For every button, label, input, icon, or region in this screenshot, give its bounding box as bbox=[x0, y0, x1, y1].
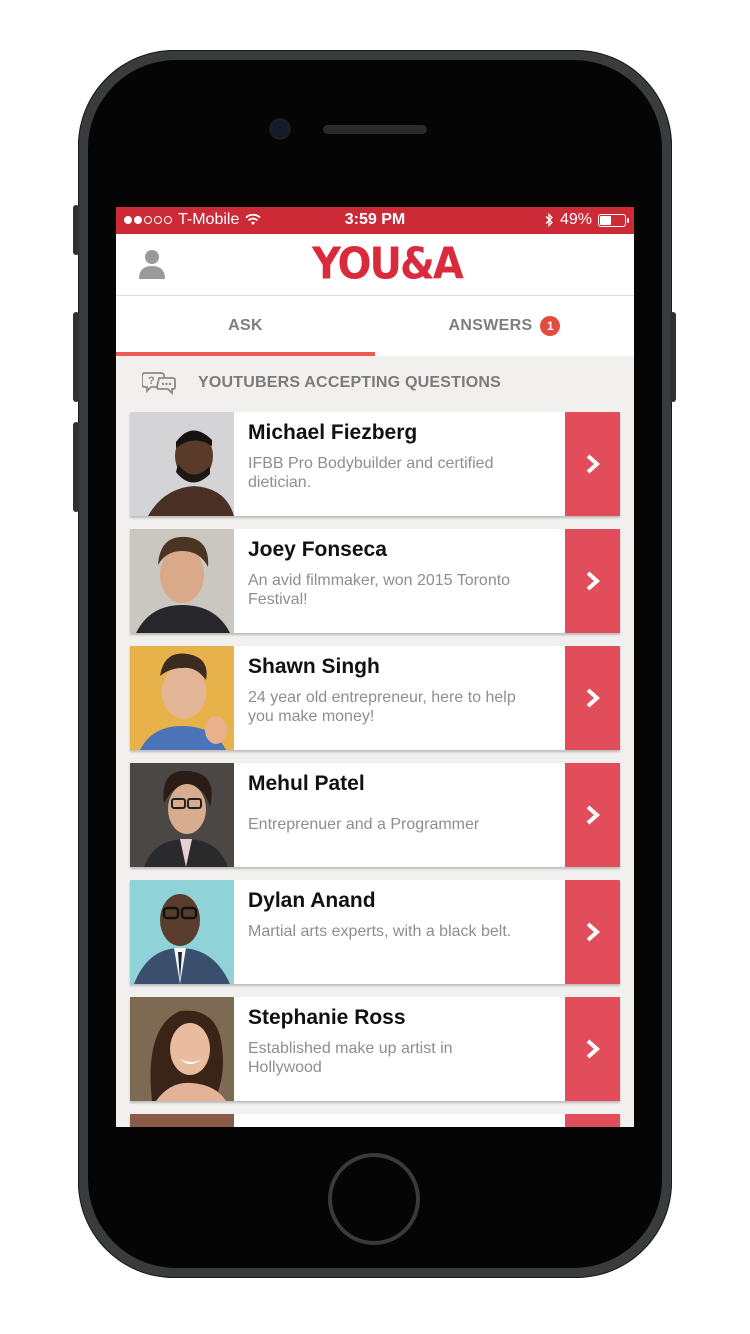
status-bar: T-Mobile 3:59 PM 49% bbox=[116, 207, 634, 234]
open-profile-button[interactable] bbox=[565, 529, 620, 633]
open-profile-button[interactable] bbox=[565, 412, 620, 516]
question-chat-icon: ? bbox=[142, 372, 176, 395]
youtuber-description: 24 year old entrepreneur, here to help y… bbox=[248, 689, 516, 725]
answers-count-badge: 1 bbox=[540, 316, 561, 336]
youtuber-card[interactable]: Michael Fiezberg IFBB Pro Bodybuilder an… bbox=[130, 412, 620, 516]
youtuber-description: Entreprenuer and a Programmer bbox=[248, 816, 480, 833]
battery-percent: 49% bbox=[559, 211, 592, 228]
chevron-right-icon bbox=[586, 571, 600, 591]
chevron-right-icon bbox=[586, 454, 600, 474]
youtuber-name: Shawn Singh bbox=[248, 655, 380, 678]
youtuber-name: Mehul Patel bbox=[248, 772, 365, 795]
avatar bbox=[130, 880, 234, 984]
youtuber-card[interactable]: Joey Fonseca An avid filmmaker, won 2015… bbox=[130, 529, 620, 633]
bluetooth-icon bbox=[545, 213, 553, 227]
avatar bbox=[130, 646, 234, 750]
youtuber-card[interactable]: Mehul Patel Entreprenuer and a Programme… bbox=[130, 763, 620, 867]
open-profile-button[interactable] bbox=[565, 1114, 620, 1127]
app-logo: YOU&A bbox=[312, 238, 464, 290]
open-profile-button[interactable] bbox=[565, 646, 620, 750]
svg-text:?: ? bbox=[148, 375, 155, 387]
earpiece-speaker bbox=[323, 125, 427, 134]
tab-bar: ASK ANSWERS 1 bbox=[116, 296, 634, 356]
youtuber-name: Stephanie Ross bbox=[248, 1006, 406, 1029]
volume-up-button bbox=[73, 312, 79, 402]
app-screen: T-Mobile 3:59 PM 49% YOU&A ASK ANSWERS 1… bbox=[116, 207, 634, 1127]
youtuber-description: Established make up artist in Hollywood bbox=[248, 1040, 453, 1076]
youtuber-card[interactable]: Shawn Singh 24 year old entrepreneur, he… bbox=[130, 646, 620, 750]
youtuber-card-partial[interactable] bbox=[130, 1114, 620, 1127]
open-profile-button[interactable] bbox=[565, 763, 620, 867]
open-profile-button[interactable] bbox=[565, 997, 620, 1101]
tab-ask[interactable]: ASK bbox=[116, 296, 375, 356]
open-profile-button[interactable] bbox=[565, 880, 620, 984]
youtuber-description: An avid filmmaker, won 2015 Toronto Fest… bbox=[248, 572, 511, 608]
avatar bbox=[130, 997, 234, 1101]
chevron-right-icon bbox=[586, 688, 600, 708]
tab-ask-label: ASK bbox=[228, 317, 263, 334]
app-header: YOU&A bbox=[116, 234, 634, 296]
avatar bbox=[130, 412, 234, 516]
youtuber-card[interactable]: Dylan Anand Martial arts experts, with a… bbox=[130, 880, 620, 984]
volume-down-button bbox=[73, 422, 79, 512]
chevron-right-icon bbox=[586, 922, 600, 942]
chevron-right-icon bbox=[586, 1039, 600, 1059]
youtuber-card[interactable]: Stephanie Ross Established make up artis… bbox=[130, 997, 620, 1101]
section-title: YOUTUBERS ACCEPTING QUESTIONS bbox=[198, 374, 502, 391]
avatar bbox=[130, 1114, 234, 1127]
power-button bbox=[670, 312, 676, 402]
youtuber-name: Dylan Anand bbox=[248, 889, 376, 912]
tab-answers[interactable]: ANSWERS 1 bbox=[375, 296, 634, 356]
avatar bbox=[130, 763, 234, 867]
chevron-right-icon bbox=[586, 805, 600, 825]
battery-icon bbox=[598, 213, 629, 227]
youtuber-name: Joey Fonseca bbox=[248, 538, 387, 561]
avatar bbox=[130, 529, 234, 633]
home-button[interactable] bbox=[328, 1153, 420, 1245]
mute-switch bbox=[73, 205, 79, 255]
front-camera bbox=[272, 121, 288, 137]
active-tab-indicator bbox=[116, 352, 375, 356]
user-icon[interactable] bbox=[138, 248, 166, 280]
youtuber-name: Michael Fiezberg bbox=[248, 421, 418, 444]
youtuber-description: Martial arts experts, with a black belt. bbox=[248, 923, 512, 940]
tab-answers-label: ANSWERS bbox=[448, 317, 533, 334]
section-header: ? YOUTUBERS ACCEPTING QUESTIONS bbox=[116, 360, 634, 406]
youtuber-description: IFBB Pro Bodybuilder and certified dieti… bbox=[248, 455, 494, 491]
